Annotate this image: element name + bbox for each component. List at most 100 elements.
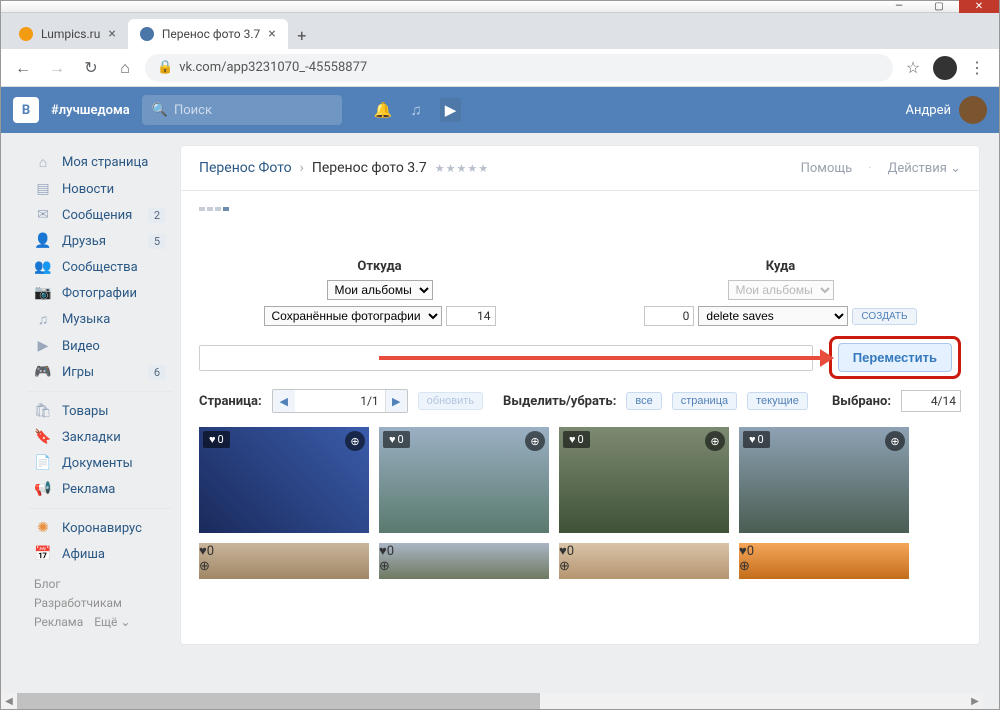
dest-album-select[interactable]: Мои альбомы	[728, 280, 834, 300]
page-label: Страница:	[199, 394, 262, 409]
select-page-button[interactable]: страница	[672, 392, 737, 410]
scroll-left-icon[interactable]: ◀	[1, 693, 17, 709]
separator	[28, 391, 172, 392]
new-tab-button[interactable]: +	[288, 21, 316, 49]
sidebar-item-events[interactable]: 📅Афиша	[28, 541, 172, 567]
banner-area	[199, 207, 961, 235]
browser-tab-perenos[interactable]: Перенос фото 3.7 ×	[128, 19, 288, 49]
actions-dropdown[interactable]: Действия ⌄	[888, 161, 961, 176]
tab-close-icon[interactable]: ×	[268, 26, 275, 42]
footer-link[interactable]: Блог	[34, 577, 60, 591]
zoom-icon[interactable]: ⊕	[739, 559, 909, 574]
megaphone-icon: 📢	[34, 481, 52, 497]
dest-subalbum-select[interactable]: delete saves	[698, 306, 848, 326]
zoom-icon[interactable]: ⊕	[345, 431, 365, 451]
heart-icon: ♥	[569, 433, 576, 446]
photo-thumbnail-selected[interactable]: ♥0⊕	[559, 543, 729, 579]
annotation-arrow	[379, 356, 831, 360]
photo-thumbnail[interactable]: ♥0⊕	[199, 543, 369, 579]
sidebar-item-music[interactable]: ♫Музыка	[28, 306, 172, 333]
scrollbar-thumb[interactable]	[17, 693, 540, 709]
document-icon: 📄	[34, 455, 52, 471]
sidebar-item-messages[interactable]: ✉Сообщения2	[28, 202, 172, 228]
zoom-icon[interactable]: ⊕	[885, 431, 905, 451]
sidebar-item-games[interactable]: 🎮Игры6	[28, 359, 172, 385]
scroll-right-icon[interactable]: ▶	[967, 693, 983, 709]
menu-icon[interactable]: ⋮	[963, 54, 991, 82]
page-prev-button[interactable]: ◀	[273, 390, 295, 412]
footer-link[interactable]: Разработчикам	[34, 596, 122, 610]
profile-avatar[interactable]	[933, 56, 957, 80]
photo-thumbnail[interactable]: ♥0⊕	[739, 427, 909, 533]
sidebar-item-friends[interactable]: 👤Друзья5	[28, 228, 172, 254]
sidebar-item-covid[interactable]: ✺Коронавирус	[28, 515, 172, 541]
user-menu[interactable]: Андрей	[905, 96, 987, 124]
sidebar-item-profile[interactable]: ⌂Моя страница	[28, 149, 172, 176]
footer-link[interactable]: Реклама	[34, 615, 83, 629]
selected-label: Выбрано:	[832, 394, 891, 409]
zoom-icon[interactable]: ⊕	[559, 559, 729, 574]
forward-button[interactable]: →	[43, 54, 71, 82]
lock-icon: 🔒	[157, 60, 173, 75]
source-count: 14	[446, 306, 496, 326]
footer-link[interactable]: Ещё ⌄	[94, 615, 130, 629]
heart-icon: ♥	[559, 544, 567, 559]
search-input[interactable]: 🔍 Поиск	[142, 95, 342, 125]
back-button[interactable]: ←	[9, 54, 37, 82]
zoom-icon[interactable]: ⊕	[525, 431, 545, 451]
favicon-icon	[19, 27, 33, 41]
select-label: Выделить/убрать:	[503, 394, 616, 409]
sidebar-item-photos[interactable]: 📷Фотографии	[28, 280, 172, 306]
refresh-button[interactable]: обновить	[418, 392, 483, 410]
sidebar-item-news[interactable]: ▤Новости	[28, 176, 172, 202]
photo-thumbnail-selected[interactable]: ♥0⊕	[739, 543, 909, 579]
badge: 2	[148, 208, 166, 223]
help-link[interactable]: Помощь	[801, 161, 853, 176]
games-icon: 🎮	[34, 364, 52, 380]
bag-icon: 🛍	[34, 403, 52, 419]
like-badge: ♥0	[739, 543, 909, 559]
sidebar: ⌂Моя страница ▤Новости ✉Сообщения2 👤Друз…	[20, 145, 180, 645]
reload-button[interactable]: ↻	[77, 54, 105, 82]
music-icon[interactable]: ♫	[410, 101, 421, 119]
select-all-button[interactable]: все	[626, 392, 661, 410]
tab-close-icon[interactable]: ×	[108, 26, 115, 42]
sidebar-item-video[interactable]: ▶Видео	[28, 333, 172, 359]
create-album-button[interactable]: СОЗДАТЬ	[852, 308, 916, 325]
browser-tab-lumpics[interactable]: Lumpics.ru ×	[7, 19, 128, 49]
home-button[interactable]: ⌂	[111, 54, 139, 82]
sidebar-item-market[interactable]: 🛍Товары	[28, 398, 172, 424]
page-next-button[interactable]: ▶	[385, 390, 407, 412]
sidebar-item-communities[interactable]: 👥Сообщества	[28, 254, 172, 280]
photo-thumbnail[interactable]: ♥0 ⊕	[379, 427, 549, 533]
zoom-icon[interactable]: ⊕	[379, 559, 549, 574]
url-input[interactable]: 🔒 vk.com/app3231070_-45558877	[145, 54, 893, 82]
sidebar-item-ads[interactable]: 📢Реклама	[28, 476, 172, 502]
zoom-icon[interactable]: ⊕	[199, 559, 369, 574]
play-icon[interactable]: ▶	[440, 98, 462, 122]
rating-stars-icon[interactable]: ★★★★★	[435, 162, 489, 175]
photo-thumbnail[interactable]: ♥0⊕	[379, 543, 549, 579]
music-icon: ♫	[34, 311, 52, 328]
sidebar-item-documents[interactable]: 📄Документы	[28, 450, 172, 476]
zoom-icon[interactable]: ⊕	[705, 431, 725, 451]
breadcrumb-root[interactable]: Перенос Фото	[199, 160, 292, 176]
horizontal-scrollbar[interactable]: ◀ ▶	[1, 693, 983, 709]
source-subalbum-select[interactable]: Сохранённые фотографии	[264, 306, 442, 326]
vk-logo[interactable]: B	[13, 97, 39, 123]
sidebar-item-bookmarks[interactable]: 🔖Закладки	[28, 424, 172, 450]
badge: 5	[148, 234, 166, 249]
username: Андрей	[905, 103, 951, 118]
photo-thumbnail[interactable]: ♥0⊕	[559, 427, 729, 533]
bookmark-star-icon[interactable]: ☆	[899, 54, 927, 82]
user-avatar-icon	[959, 96, 987, 124]
breadcrumb-bar: Перенос Фото › Перенос фото 3.7 ★★★★★ По…	[181, 146, 979, 191]
photo-thumbnail[interactable]: ♥0⊕	[199, 427, 369, 533]
like-badge: ♥0	[383, 431, 410, 448]
move-button[interactable]: Переместить	[838, 343, 952, 372]
notifications-icon[interactable]: 🔔	[374, 101, 393, 119]
source-album-select[interactable]: Мои альбомы	[327, 280, 433, 300]
header-hashtag[interactable]: #лучшедома	[51, 103, 130, 118]
dest-title: Куда	[766, 259, 796, 274]
select-current-button[interactable]: текущие	[747, 392, 808, 410]
